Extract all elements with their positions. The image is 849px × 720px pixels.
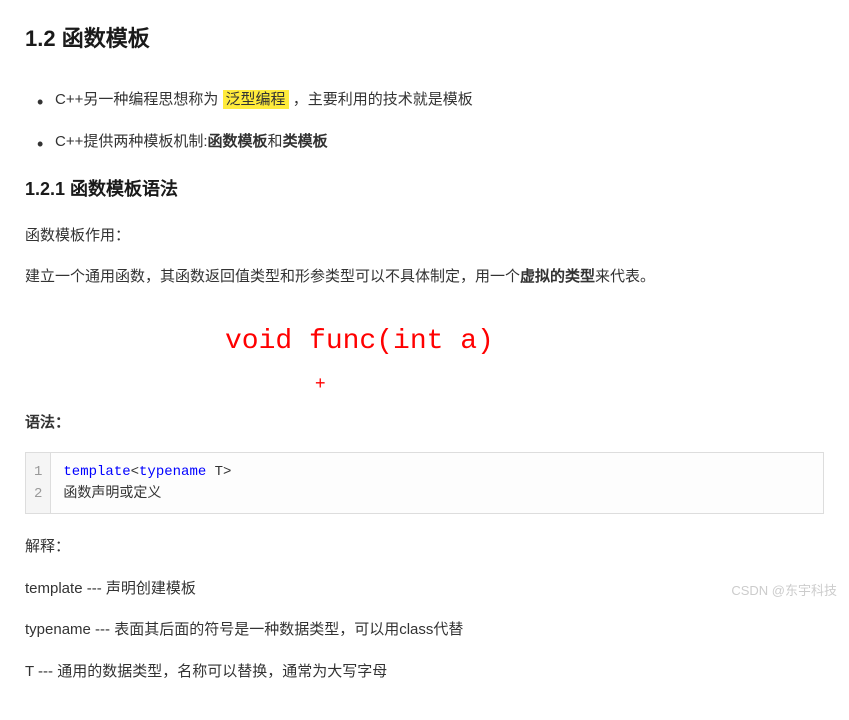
line-number-gutter: 1 2 (26, 453, 51, 514)
line-number: 1 (34, 461, 42, 483)
code-text: < (131, 464, 139, 480)
explanation-line: T --- 通用的数据类型，名称可以替换，通常为大写字母 (25, 659, 824, 685)
keyword: typename (139, 464, 206, 480)
keyword: template (63, 464, 130, 480)
explain-label: 解释： (25, 534, 824, 560)
handwritten-annotation: void func(int a) (25, 318, 824, 366)
bullet-text: 和 (268, 133, 283, 150)
paragraph: 函数模板作用： (25, 223, 824, 249)
code-line: 函数声明或定义 (63, 483, 231, 505)
subsection-heading: 1.2.1 函数模板语法 (25, 174, 824, 205)
code-line: template<typename T> (63, 461, 231, 483)
syntax-label: 语法： (25, 410, 824, 436)
code-text: T> (206, 464, 231, 480)
bullet-text: C++另一种编程思想称为 (55, 91, 223, 108)
watermark: CSDN @东宇科技 (731, 580, 837, 602)
line-number: 2 (34, 483, 42, 505)
list-item: C++提供两种模板机制:函数模板和类模板 (55, 129, 824, 155)
bullet-list: C++另一种编程思想称为 泛型编程 ，主要利用的技术就是模板 C++提供两种模板… (25, 87, 824, 154)
paragraph: 建立一个通用函数，其函数返回值类型和形参类型可以不具体制定，用一个虚拟的类型来代… (25, 264, 824, 290)
bullet-text: ，主要利用的技术就是模板 (289, 91, 473, 108)
code-content: template<typename T> 函数声明或定义 (51, 453, 243, 514)
code-block: 1 2 template<typename T> 函数声明或定义 (25, 452, 824, 515)
explanation-line: template --- 声明创建模板 (25, 576, 824, 602)
cursor-marker: + (25, 368, 824, 399)
section-heading: 1.2 函数模板 (25, 20, 824, 57)
bold-term: 函数模板 (208, 133, 268, 150)
bullet-text: C++提供两种模板机制: (55, 133, 208, 150)
label-text: 语法： (25, 414, 70, 431)
paragraph-text: 建立一个通用函数，其函数返回值类型和形参类型可以不具体制定，用一个 (25, 268, 520, 285)
bold-term: 虚拟的类型 (520, 268, 595, 285)
list-item: C++另一种编程思想称为 泛型编程 ，主要利用的技术就是模板 (55, 87, 824, 113)
highlighted-term: 泛型编程 (223, 90, 289, 109)
bold-term: 类模板 (283, 133, 328, 150)
paragraph-text: 来代表。 (595, 268, 655, 285)
explanation-line: typename --- 表面其后面的符号是一种数据类型，可以用class代替 (25, 617, 824, 643)
